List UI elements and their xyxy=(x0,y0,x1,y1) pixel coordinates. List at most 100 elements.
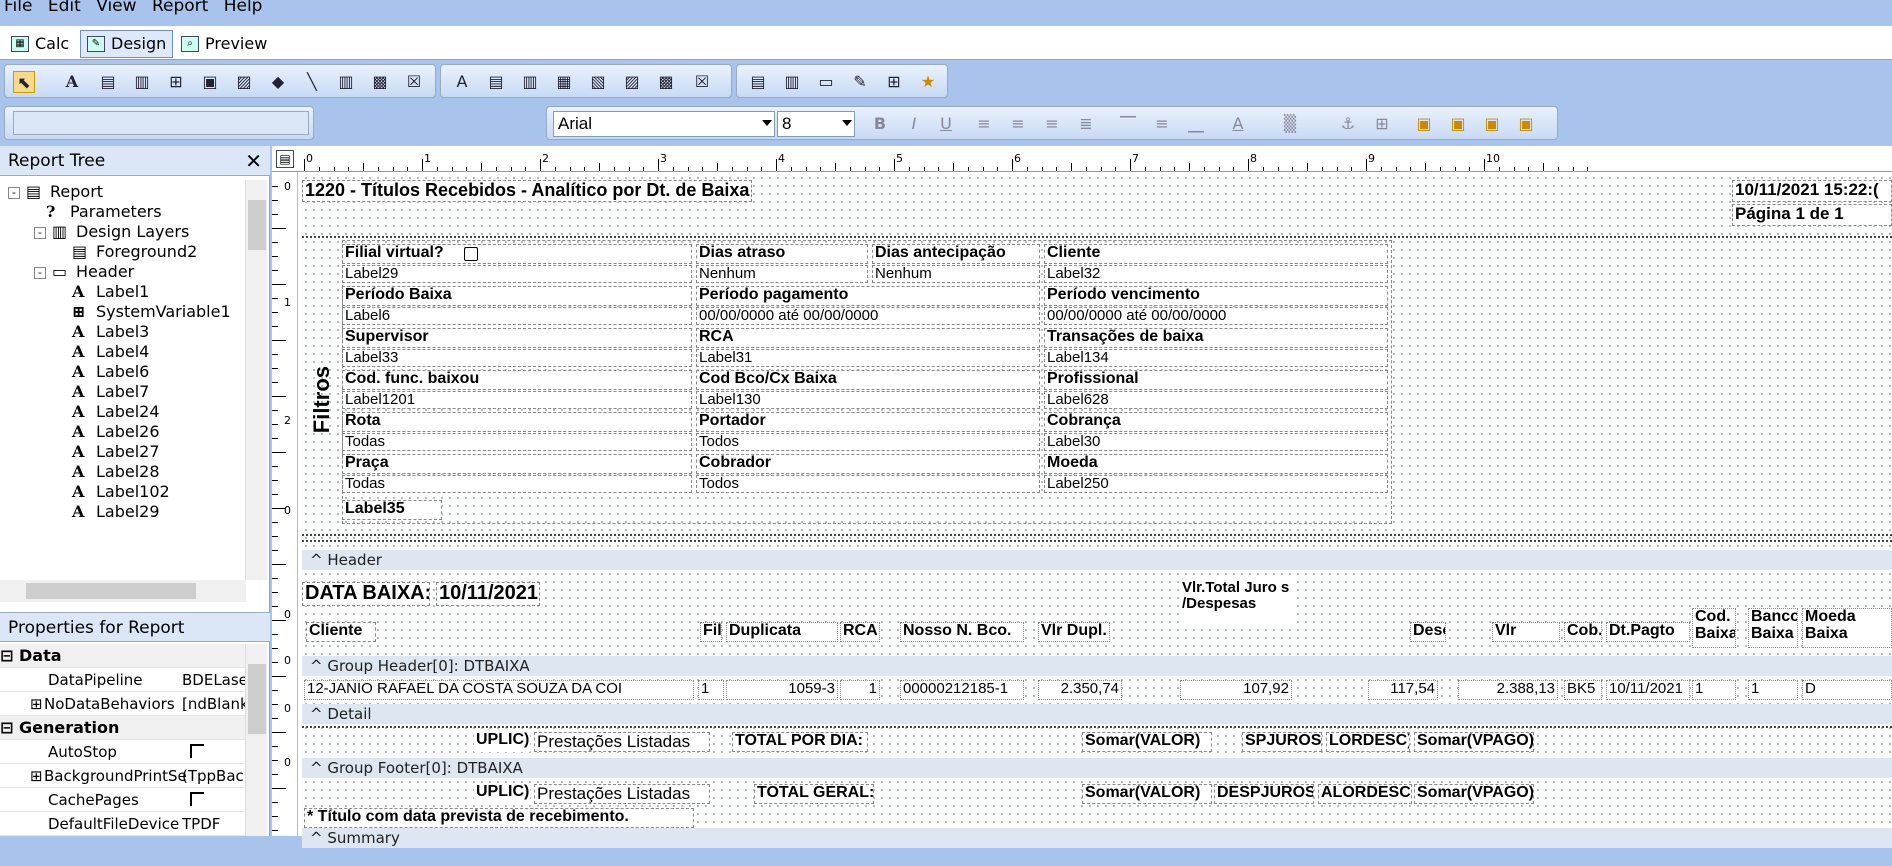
filter-value[interactable]: Nenhum xyxy=(696,265,868,283)
dbcalc-tool-icon[interactable]: ▧ xyxy=(587,71,609,93)
font-size-select[interactable]: 8 xyxy=(777,111,855,137)
label35[interactable]: Label35 xyxy=(342,500,442,520)
component-edit-field[interactable] xyxy=(13,111,309,135)
dbcheckbox-tool-icon[interactable]: ☒ xyxy=(691,71,713,93)
region-tool-icon[interactable]: ▤ xyxy=(747,71,769,93)
tree-horizontal-scrollbar[interactable] xyxy=(0,580,246,602)
tab-preview[interactable]: ⌕ Preview xyxy=(174,30,274,58)
property-row[interactable]: AutoStop xyxy=(0,740,248,764)
align-top-icon[interactable]: ⎺ xyxy=(1117,113,1139,135)
filter-value[interactable]: Label32 xyxy=(1044,265,1388,283)
dblabel-tool-icon[interactable]: A xyxy=(451,71,473,93)
dbrichtext-tool-icon[interactable]: ▦ xyxy=(553,71,575,93)
juros-header[interactable]: Vlr.Total Juro s /Despesas xyxy=(1180,580,1292,626)
send-backward-icon[interactable]: ▣ xyxy=(1515,113,1537,135)
filter-value[interactable]: 00/00/0000 até 00/00/0000 xyxy=(696,307,1040,325)
close-icon[interactable]: ✕ xyxy=(245,146,262,176)
image-tool-icon[interactable]: ▨ xyxy=(233,71,255,93)
footer-total-label[interactable]: TOTAL POR DIA: xyxy=(732,732,868,752)
border-icon[interactable]: ⊞ xyxy=(1371,113,1393,135)
collapse-icon[interactable]: - xyxy=(34,226,46,239)
select-pointer-icon[interactable]: ⬉ xyxy=(13,71,35,93)
filter-label[interactable]: Cod Bco/Cx Baixa xyxy=(696,370,1040,390)
properties-vertical-scrollbar[interactable] xyxy=(245,644,267,836)
property-row[interactable]: DataPipeline BDELase xyxy=(0,668,248,692)
filter-label[interactable]: Período pagamento xyxy=(696,286,1040,306)
detail-field[interactable]: 117,54 xyxy=(1368,680,1438,700)
expand-icon[interactable]: ⊞ xyxy=(30,692,43,715)
detail-field[interactable]: 107,92 xyxy=(1180,680,1292,700)
column-header[interactable]: Fil. xyxy=(700,622,722,642)
column-header[interactable]: RCA xyxy=(840,622,880,642)
filial-virtual-checkbox[interactable] xyxy=(464,247,478,261)
collapse-icon[interactable]: - xyxy=(34,266,46,279)
font-color-icon[interactable]: A xyxy=(1227,113,1249,135)
group-footer-line[interactable] xyxy=(302,726,1892,728)
filter-value[interactable]: Label33 xyxy=(342,349,692,367)
detail-band[interactable]: 12-JANIO RAFAEL DA COSTA SOUZA DA COI 1 10… xyxy=(302,676,1892,704)
detail-field[interactable]: 2.350,74 xyxy=(1038,680,1122,700)
detail-field[interactable]: 10/11/2021 xyxy=(1606,680,1690,700)
column-header[interactable]: Cliente xyxy=(306,622,376,642)
summary-sum-valor[interactable]: Somar(VALOR) xyxy=(1082,784,1212,804)
group-footer-band-label[interactable]: ^ Group Footer[0]: DTBAIXA xyxy=(302,758,1892,778)
filter-value[interactable]: Label29 xyxy=(342,265,692,283)
property-value[interactable]: TPDF xyxy=(182,812,248,835)
filter-label[interactable]: Praça xyxy=(342,454,692,474)
group-footer-band[interactable]: UPLIC) Prestações Listadas TOTAL POR DIA… xyxy=(302,724,1892,758)
checkbox-tool-icon[interactable]: ☒ xyxy=(403,71,425,93)
property-checkbox[interactable] xyxy=(190,792,204,806)
summary-count-label[interactable]: UPLIC) xyxy=(474,784,530,804)
variable-tool-icon[interactable]: ▣ xyxy=(199,71,221,93)
filter-value[interactable]: Label6 xyxy=(342,307,692,325)
header-bottom-line[interactable] xyxy=(302,534,1892,536)
qrcode-tool-icon[interactable]: ▩ xyxy=(369,71,391,93)
menu-report[interactable]: Report xyxy=(152,0,208,16)
column-header[interactable]: Dt.Pagto xyxy=(1606,622,1690,642)
tree-item[interactable]: A Label29 xyxy=(60,500,160,524)
filter-label[interactable]: Dias antecipação xyxy=(872,244,1040,264)
detail-field[interactable]: 2.388,13 xyxy=(1458,680,1558,700)
filter-label[interactable]: Dias atraso xyxy=(696,244,868,264)
summary-sum-pago[interactable]: Somar(VPAGO) xyxy=(1414,784,1534,804)
filter-value[interactable]: Todas xyxy=(342,433,692,451)
data-baixa-label[interactable]: DATA BAIXA: xyxy=(302,582,430,606)
table-tool-icon[interactable]: ⊞ xyxy=(883,71,905,93)
tree-toggle-icon[interactable]: ▤ xyxy=(276,150,294,168)
page-break-tool-icon[interactable]: ▭ xyxy=(815,71,837,93)
summary-total-label[interactable]: TOTAL GERAL: xyxy=(754,784,874,804)
data-baixa-value[interactable]: 10/11/2021 xyxy=(436,582,540,606)
filter-value[interactable]: Label134 xyxy=(1044,349,1388,367)
menu-edit[interactable]: Edit xyxy=(48,0,81,16)
filter-value[interactable]: Label130 xyxy=(696,391,1040,409)
property-row[interactable]: CachePages xyxy=(0,788,248,812)
align-middle-icon[interactable]: ≡ xyxy=(1151,113,1173,135)
filter-value[interactable]: 00/00/0000 até 00/00/0000 xyxy=(1044,307,1388,325)
detail-field[interactable]: D xyxy=(1802,680,1892,700)
detail-field[interactable]: 1 xyxy=(1692,680,1736,700)
column-header[interactable]: Vlr Pago xyxy=(1492,622,1560,642)
filter-value[interactable]: Label628 xyxy=(1044,391,1388,409)
property-row[interactable]: ⊞ NoDataBehaviors [ndBlank xyxy=(0,692,248,716)
detail-field[interactable]: 1059-3 xyxy=(726,680,838,700)
detail-field[interactable]: 12-JANIO RAFAEL DA COSTA SOUZA DA COI xyxy=(304,680,694,700)
align-center-icon[interactable]: ≡ xyxy=(1007,113,1029,135)
filter-label[interactable]: Cobrador xyxy=(696,454,1040,474)
column-header[interactable]: Vlr Dupl. xyxy=(1038,622,1110,642)
filter-label[interactable]: RCA xyxy=(696,328,1040,348)
header-band-label[interactable]: ^ Header xyxy=(302,550,1892,570)
detail-field[interactable]: 1 xyxy=(1748,680,1798,700)
memo-tool-icon[interactable]: ▤ xyxy=(97,71,119,93)
filter-label[interactable]: Moeda xyxy=(1044,454,1388,474)
dbimage-tool-icon[interactable]: ▨ xyxy=(621,71,643,93)
filter-value[interactable]: Todos xyxy=(696,475,1040,493)
column-header[interactable]: Moeda Baixa xyxy=(1802,608,1892,648)
property-value[interactable]: (TppBac xyxy=(182,764,248,787)
detail-field[interactable]: 1 xyxy=(698,680,724,700)
filter-label[interactable]: Supervisor xyxy=(342,328,692,348)
detail-band-label[interactable]: ^ Detail xyxy=(302,704,1892,724)
menu-help[interactable]: Help xyxy=(224,0,263,16)
header-bottom-line-2[interactable] xyxy=(302,540,1892,542)
scrollbar-thumb[interactable] xyxy=(26,583,196,599)
paint-tool-icon[interactable]: ✎ xyxy=(849,71,871,93)
